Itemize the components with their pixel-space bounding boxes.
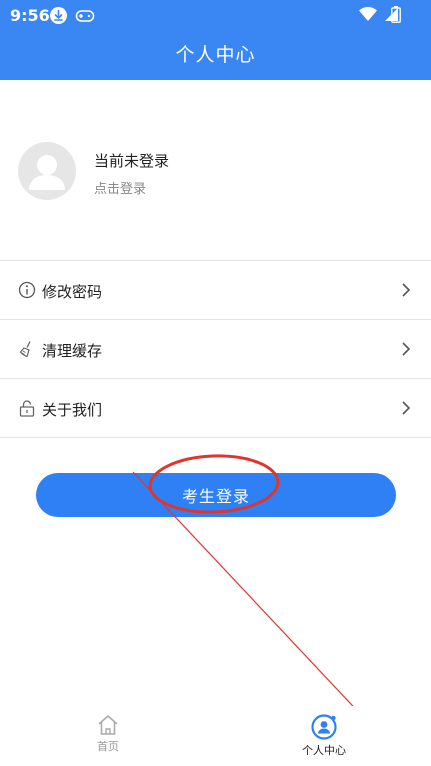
settings-menu: 修改密码 清理缓存 关于我们 <box>0 260 431 438</box>
chevron-right-icon <box>402 283 411 297</box>
bottom-tab-bar: 首页 个人中心 <box>0 706 431 766</box>
chevron-right-icon <box>402 401 411 415</box>
page-title: 个人中心 <box>175 44 256 66</box>
tab-label: 个人中心 <box>302 744 346 757</box>
menu-item-label: 修改密码 <box>42 283 103 301</box>
menu-item-label: 关于我们 <box>42 401 103 419</box>
info-circle-icon <box>18 281 36 299</box>
app-header: 9:56 个人中心 <box>0 0 431 80</box>
chevron-right-icon <box>402 342 411 356</box>
tap-to-login-link[interactable]: 点击登录 <box>94 178 146 197</box>
lock-icon <box>19 400 35 417</box>
status-bar: 9:56 <box>0 0 431 30</box>
tab-personal-center[interactable]: 个人中心 <box>264 714 384 758</box>
avatar[interactable] <box>18 142 76 200</box>
profile-card[interactable]: 当前未登录 点击登录 <box>0 80 431 260</box>
home-icon <box>98 715 118 735</box>
battery-icon <box>391 6 401 27</box>
status-time: 9:56 <box>10 6 50 25</box>
download-icon <box>50 7 67 24</box>
tab-label: 首页 <box>97 740 119 753</box>
menu-item-about-us[interactable]: 关于我们 <box>0 379 431 438</box>
wifi-icon <box>359 7 377 21</box>
menu-item-label: 清理缓存 <box>42 342 103 360</box>
broom-icon <box>19 341 31 358</box>
tab-home[interactable]: 首页 <box>48 714 168 754</box>
student-login-button[interactable]: 考生登录 <box>36 473 396 517</box>
menu-item-change-password[interactable]: 修改密码 <box>0 261 431 320</box>
gamepad-icon <box>75 8 95 27</box>
menu-item-clear-cache[interactable]: 清理缓存 <box>0 320 431 379</box>
login-status-text: 当前未登录 <box>94 152 170 170</box>
user-icon <box>311 714 337 740</box>
default-avatar-icon <box>29 155 65 190</box>
